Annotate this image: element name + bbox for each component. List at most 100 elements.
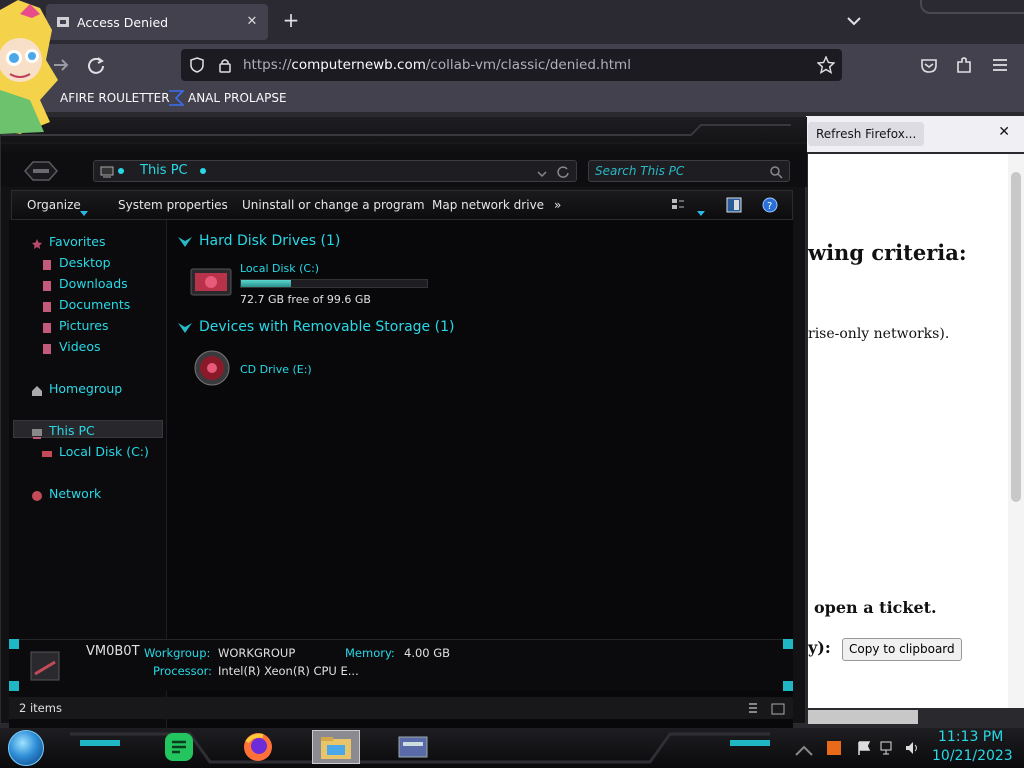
- address-dropdown-icon[interactable]: [536, 165, 548, 184]
- bookmark-star-icon[interactable]: [816, 55, 836, 78]
- url-prefix: https://: [243, 57, 292, 73]
- volume-icon[interactable]: [904, 740, 922, 760]
- nav-downloads[interactable]: Downloads: [59, 276, 128, 291]
- page-scrollbar-thumb[interactable]: [1011, 172, 1021, 502]
- homegroup-icon: [31, 382, 43, 396]
- nav-documents[interactable]: Documents: [59, 297, 130, 312]
- new-tab-button[interactable]: +: [280, 10, 302, 32]
- collapse-group-icon[interactable]: [177, 320, 193, 339]
- nav-favorites[interactable]: Favorites: [49, 234, 105, 249]
- computer-name: VM0B0T: [86, 644, 140, 659]
- tab-access-denied[interactable]: Access Denied ✕: [46, 4, 268, 40]
- videos-icon: [41, 340, 53, 354]
- notes-app-icon[interactable]: [162, 730, 196, 764]
- explorer-search-box[interactable]: Search This PC: [588, 160, 790, 182]
- nav-homegroup[interactable]: Homegroup: [49, 381, 122, 396]
- nav-local-disk[interactable]: Local Disk (C:): [59, 444, 149, 459]
- change-view-icon[interactable]: [671, 198, 685, 218]
- breadcrumb-dot-icon: [118, 168, 124, 174]
- show-hidden-icons-icon[interactable]: [794, 742, 814, 761]
- nav-desktop[interactable]: Desktop: [59, 255, 111, 270]
- list-all-tabs-icon[interactable]: [843, 10, 865, 32]
- memory-label: Memory:: [345, 646, 395, 660]
- svg-text:?: ?: [767, 201, 772, 212]
- explorer-title-frame: [1, 117, 807, 153]
- cd-drive-icon: [193, 349, 231, 391]
- uninstall-program-button[interactable]: Uninstall or change a program: [242, 198, 425, 212]
- network-tray-icon[interactable]: [880, 740, 896, 760]
- pictures-icon: [41, 319, 53, 333]
- group-hard-disk-drives[interactable]: Hard Disk Drives (1): [199, 233, 340, 249]
- theme-logo-icon: [23, 159, 59, 183]
- details-view-icon[interactable]: [747, 701, 759, 720]
- action-center-flag-icon[interactable]: [856, 740, 872, 760]
- group-removable-storage[interactable]: Devices with Removable Storage (1): [199, 319, 454, 335]
- local-disk-c-label[interactable]: Local Disk (C:): [240, 262, 319, 275]
- nav-videos[interactable]: Videos: [59, 339, 101, 354]
- more-commands-button[interactable]: »: [554, 198, 561, 212]
- frame-corner-accent: [9, 681, 19, 691]
- bookmark-item[interactable]: AFIRE ROULETTER: [60, 91, 170, 105]
- window-app-icon[interactable]: [396, 730, 430, 764]
- bookmark-favicon-icon: [168, 90, 185, 110]
- reload-icon[interactable]: [85, 54, 107, 76]
- file-explorer-taskbar-icon[interactable]: [312, 730, 360, 764]
- java-tray-icon[interactable]: [826, 740, 842, 760]
- search-placeholder: Search This PC: [595, 164, 685, 178]
- search-icon[interactable]: [769, 164, 783, 183]
- start-button[interactable]: [8, 730, 44, 766]
- refresh-firefox-button[interactable]: Refresh Firefox...: [808, 122, 925, 146]
- disk-capacity-fill: [241, 280, 292, 287]
- workgroup-value: WORKGROUP: [218, 646, 296, 660]
- nav-this-pc[interactable]: This PC: [49, 423, 95, 438]
- collapse-group-icon[interactable]: [177, 234, 193, 253]
- this-pc-icon: [100, 164, 114, 183]
- frame-corner-accent: [783, 639, 793, 649]
- copy-to-clipboard-button[interactable]: Copy to clipboard: [842, 638, 962, 661]
- map-network-drive-button[interactable]: Map network drive: [432, 198, 544, 212]
- bookmark-item[interactable]: ANAL PROLAPSE: [188, 91, 287, 105]
- nav-network[interactable]: Network: [49, 486, 101, 501]
- notification-close-icon[interactable]: ✕: [998, 124, 1010, 140]
- nav-pictures[interactable]: Pictures: [59, 318, 109, 333]
- clock-date[interactable]: 10/21/2023: [932, 748, 1013, 764]
- address-breadcrumb[interactable]: This PC: [140, 163, 188, 178]
- browser-tab-bar: Access Denied ✕ +: [0, 0, 1024, 134]
- shield-icon[interactable]: [189, 57, 205, 77]
- clock-time[interactable]: 11:13 PM: [938, 729, 1003, 745]
- pocket-icon[interactable]: [918, 54, 940, 76]
- disk-free-space: 72.7 GB free of 99.6 GB: [240, 293, 371, 306]
- disk-capacity-bar: [240, 279, 428, 288]
- cd-drive-e-label[interactable]: CD Drive (E:): [240, 363, 312, 376]
- large-icons-view-icon[interactable]: [771, 701, 785, 720]
- computer-icon: [31, 424, 43, 439]
- explorer-address-bar[interactable]: This PC: [93, 160, 577, 182]
- frame-corner-accent: [783, 681, 793, 691]
- hamburger-menu-icon[interactable]: [989, 54, 1011, 76]
- tab-title: Access Denied: [77, 15, 169, 30]
- preview-pane-icon[interactable]: [726, 197, 742, 217]
- organize-button[interactable]: Organize: [27, 198, 81, 212]
- processor-value: Intel(R) Xeon(R) CPU E...: [218, 664, 359, 678]
- url-bar[interactable]: https://computernewb.com/collab-vm/class…: [181, 49, 842, 81]
- memory-value: 4.00 GB: [404, 646, 451, 660]
- system-properties-button[interactable]: System properties: [118, 198, 228, 212]
- lock-icon[interactable]: [217, 57, 233, 77]
- url-text[interactable]: https://computernewb.com/collab-vm/class…: [243, 57, 631, 73]
- horizontal-scrollbar-thumb[interactable]: [808, 710, 918, 724]
- window-frame-decoration: [920, 0, 1024, 14]
- explorer-status-bar: 2 items: [9, 697, 793, 719]
- tab-close-icon[interactable]: ✕: [242, 12, 262, 32]
- firefox-icon[interactable]: [241, 730, 275, 764]
- frame-corner-accent: [9, 639, 19, 649]
- help-icon[interactable]: ?: [762, 197, 778, 217]
- file-explorer-window: This PC Search This PC Organize System p…: [0, 116, 807, 738]
- explorer-command-bar: Organize System properties Uninstall or …: [11, 190, 793, 220]
- page-paragraph: open a ticket.: [814, 598, 937, 617]
- extensions-icon[interactable]: [953, 54, 975, 76]
- local-disk-icon: [41, 445, 53, 457]
- computer-large-icon: [29, 648, 61, 688]
- refresh-icon[interactable]: [556, 164, 570, 183]
- page-paragraph: rise-only networks).: [808, 326, 950, 342]
- breadcrumb-dot-icon: [200, 168, 206, 174]
